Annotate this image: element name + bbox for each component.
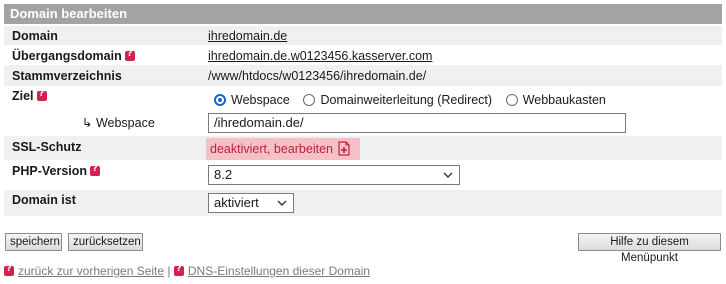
label-php-version-text: PHP-Version: [12, 164, 88, 178]
domain-status-value: aktiviert: [214, 195, 259, 210]
php-version-value: 8.2: [214, 167, 233, 182]
help-question-icon[interactable]: [90, 164, 101, 176]
row-domain: Domain ihredomain.de: [4, 26, 722, 45]
radio-webbaukasten[interactable]: [505, 94, 518, 106]
reset-button[interactable]: zurücksetzen: [68, 233, 143, 251]
row-webspace: ↳ Webspace /ihredomain.de/: [4, 110, 722, 136]
back-link[interactable]: zurück zur vorherigen Seite: [18, 264, 164, 278]
document-add-icon[interactable]: [338, 141, 350, 156]
panel-header: Domain bearbeiten: [4, 4, 722, 24]
row-php-version: PHP-Version 8.2: [4, 160, 722, 190]
radio-label-webbaukasten: Webbaukasten: [522, 93, 606, 107]
label-webspace: ↳ Webspace: [82, 116, 155, 130]
panel-title: Domain bearbeiten: [10, 6, 128, 21]
help-question-icon: [4, 264, 14, 276]
row-ziel: Ziel Webspace Domainweiterleitung (Redir…: [4, 86, 722, 110]
chevron-down-icon: [277, 200, 287, 206]
footer-links: zurück zur vorherigen Seite | DNS-Einste…: [4, 264, 370, 278]
help-question-icon[interactable]: [124, 49, 135, 61]
label-php-version: PHP-Version: [12, 164, 101, 178]
label-uebergangsdomain-text: Übergangsdomain: [12, 49, 122, 63]
label-stammverzeichnis: Stammverzeichnis: [12, 69, 122, 83]
radio-label-webspace: Webspace: [231, 93, 290, 107]
radio-webspace[interactable]: [214, 94, 226, 106]
row-uebergangsdomain: Übergangsdomain ihredomain.de.w0123456.k…: [4, 45, 722, 65]
stammverzeichnis-value: /www/htdocs/w0123456/ihredomain.de/: [208, 69, 427, 83]
ziel-radio-group: Webspace Domainweiterleitung (Redirect) …: [214, 92, 616, 107]
footer-separator: |: [167, 264, 171, 278]
label-ziel: Ziel: [12, 89, 47, 103]
radio-option-redirect[interactable]: Domainweiterleitung (Redirect): [303, 93, 492, 107]
dns-settings-link[interactable]: DNS-Einstellungen dieser Domain: [188, 264, 370, 278]
label-domain: Domain: [12, 29, 58, 43]
domain-link[interactable]: ihredomain.de: [208, 29, 287, 43]
save-button[interactable]: speichern: [5, 233, 62, 251]
radio-redirect[interactable]: [303, 94, 316, 106]
help-question-icon[interactable]: [36, 89, 47, 101]
label-uebergangsdomain: Übergangsdomain: [12, 49, 135, 63]
domain-status-select[interactable]: aktiviert: [208, 193, 294, 213]
row-ssl-schutz: SSL-Schutz deaktiviert, bearbeiten: [4, 136, 722, 160]
ssl-status-text: deaktiviert, bearbeiten: [210, 142, 333, 156]
ssl-status-link[interactable]: deaktiviert, bearbeiten: [206, 138, 360, 160]
row-domain-ist: Domain ist aktiviert: [4, 190, 722, 216]
label-domain-ist: Domain ist: [12, 193, 76, 207]
help-question-icon: [173, 264, 184, 276]
label-ssl-schutz: SSL-Schutz: [12, 140, 82, 154]
radio-option-webspace[interactable]: Webspace: [214, 93, 290, 107]
help-menu-button[interactable]: Hilfe zu diesem Menüpunkt: [578, 233, 721, 264]
radio-option-webbaukasten[interactable]: Webbaukasten: [505, 93, 606, 107]
webspace-path-input[interactable]: /ihredomain.de/: [208, 113, 626, 133]
chevron-down-icon: [443, 172, 453, 178]
row-stammverzeichnis: Stammverzeichnis /www/htdocs/w0123456/ih…: [4, 65, 722, 86]
label-ziel-text: Ziel: [12, 89, 34, 103]
php-version-select[interactable]: 8.2: [208, 165, 460, 185]
radio-label-redirect: Domainweiterleitung (Redirect): [320, 93, 493, 107]
uebergangsdomain-link[interactable]: ihredomain.de.w0123456.kasserver.com: [208, 49, 432, 63]
